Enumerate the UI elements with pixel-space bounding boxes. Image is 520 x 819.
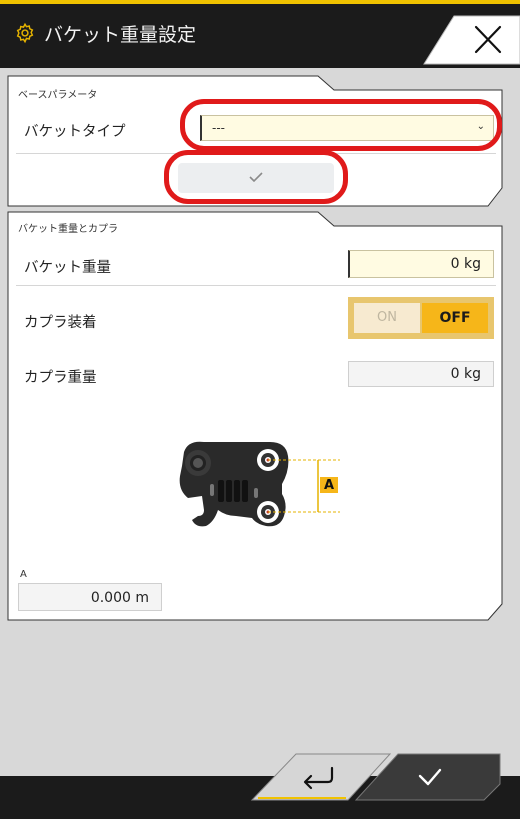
toggle-on[interactable]: ON [354,303,420,333]
coupler-diagram [179,441,340,527]
divider [16,285,496,286]
toggle-off[interactable]: OFF [422,303,488,333]
a-label: A [20,569,27,580]
bucket-weight-field[interactable]: 0 kg [348,250,494,278]
bucket-type-label: バケットタイプ [24,124,126,140]
bucket-weight-label: バケット重量 [24,260,111,276]
coupler-weight-label: カプラ重量 [24,370,97,386]
base-params-section-label: ベースパラメータ [18,90,98,101]
bucket-coupler-section-label: バケット重量とカプラ [18,224,118,235]
highlight-ring-select [180,99,502,151]
a-field: 0.000 m [18,583,162,611]
diagram-marker-a: A [324,478,335,493]
coupler-weight-field: 0 kg [348,361,494,387]
highlight-ring-apply [164,150,348,204]
coupler-label: カプラ装着 [24,315,97,331]
coupler-toggle[interactable]: ON OFF [348,297,494,339]
